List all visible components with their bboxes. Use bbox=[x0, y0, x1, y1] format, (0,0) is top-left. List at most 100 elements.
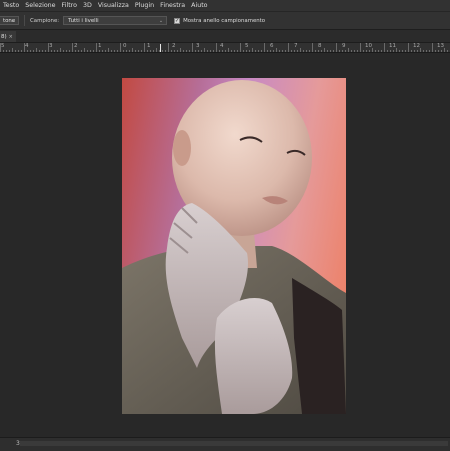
ruler-tick bbox=[420, 48, 421, 52]
ruler-label: 6 bbox=[270, 43, 274, 49]
ruler-tick bbox=[288, 43, 289, 52]
ruler-tick bbox=[27, 50, 28, 52]
ruler-tick bbox=[306, 50, 307, 52]
ruler-tick bbox=[72, 43, 73, 52]
ruler-tick bbox=[279, 50, 280, 52]
ruler-label: 12 bbox=[413, 43, 420, 49]
ruler-tick bbox=[78, 50, 79, 52]
ruler-tick bbox=[222, 50, 223, 52]
ruler-tick bbox=[447, 50, 448, 52]
ruler-label: 5 bbox=[245, 43, 249, 49]
ruler-tick bbox=[285, 50, 286, 52]
ruler-tick bbox=[294, 50, 295, 52]
ruler-label: 0 bbox=[123, 43, 127, 49]
ruler-cursor-marker bbox=[160, 44, 161, 52]
ruler-tick bbox=[132, 48, 133, 52]
status-bar: 3 bbox=[0, 437, 450, 451]
ruler-tick bbox=[357, 50, 358, 52]
ruler-tick bbox=[39, 50, 40, 52]
ruler-tick bbox=[150, 50, 151, 52]
ruler-tick bbox=[372, 48, 373, 52]
ruler-tick bbox=[321, 50, 322, 52]
horizontal-scrollbar[interactable] bbox=[20, 441, 448, 446]
document-tab[interactable]: 8) × bbox=[0, 31, 16, 42]
ruler-label: 5 bbox=[1, 43, 5, 49]
ruler-label: 11 bbox=[389, 43, 396, 49]
menu-aiuto[interactable]: Aiuto bbox=[188, 2, 210, 9]
ruler-tick bbox=[144, 43, 145, 52]
close-icon[interactable]: × bbox=[9, 34, 13, 40]
ruler-tick bbox=[93, 50, 94, 52]
ruler-tick bbox=[201, 50, 202, 52]
ruler-tick bbox=[348, 48, 349, 52]
ruler-tick bbox=[162, 50, 163, 52]
ruler-tick bbox=[216, 43, 217, 52]
ruler-tick bbox=[108, 48, 109, 52]
menu-selezione[interactable]: Selezione bbox=[22, 2, 58, 9]
ruler-tick bbox=[18, 50, 19, 52]
ruler-tick bbox=[342, 50, 343, 52]
ruler-tick bbox=[252, 48, 253, 52]
ruler-tick bbox=[327, 50, 328, 52]
options-bar: tone ⌄ Campione: Tutti i livelli ⌄ ✓ Mos… bbox=[0, 12, 450, 30]
ruler-tick bbox=[6, 50, 7, 52]
ruler-tick bbox=[141, 50, 142, 52]
ruler-tick bbox=[33, 50, 34, 52]
ruler-tick bbox=[318, 50, 319, 52]
ruler-tick bbox=[309, 50, 310, 52]
sample-value: Tutti i livelli bbox=[68, 17, 99, 24]
sample-select[interactable]: Tutti i livelli ⌄ bbox=[63, 16, 168, 25]
ruler-tick bbox=[246, 50, 247, 52]
ruler-tick bbox=[339, 50, 340, 52]
ruler-tick bbox=[36, 48, 37, 52]
ruler-tick bbox=[48, 43, 49, 52]
ruler-tick bbox=[180, 48, 181, 52]
menu-visualizza[interactable]: Visualizza bbox=[95, 2, 132, 9]
ruler-tick bbox=[396, 48, 397, 52]
ruler-label: 4 bbox=[220, 43, 224, 49]
ruler-label: 3 bbox=[196, 43, 200, 49]
ruler-tick bbox=[123, 50, 124, 52]
ruler-tick bbox=[126, 50, 127, 52]
menu-plugin[interactable]: Plugin bbox=[132, 2, 157, 9]
ruler-tick bbox=[3, 50, 4, 52]
ruler-tick bbox=[423, 50, 424, 52]
menu-finestra[interactable]: Finestra bbox=[157, 2, 188, 9]
ruler-label: 9 bbox=[342, 43, 346, 49]
horizontal-ruler[interactable]: 5 4 3 2 1 0 1 2 3 4 5 6 7 8 9 10 11 12 1… bbox=[0, 43, 450, 53]
canvas-area[interactable] bbox=[0, 53, 450, 435]
menu-3d[interactable]: 3D bbox=[80, 2, 95, 9]
ruler-tick bbox=[426, 50, 427, 52]
ruler-tick bbox=[96, 43, 97, 52]
menu-testo[interactable]: Testo bbox=[0, 2, 22, 9]
ruler-tick bbox=[312, 43, 313, 52]
ruler-tick bbox=[267, 50, 268, 52]
ruler-label: 8 bbox=[318, 43, 322, 49]
ruler-label: 3 bbox=[49, 43, 53, 49]
ear-shape bbox=[173, 130, 191, 166]
ruler-tick bbox=[336, 43, 337, 52]
ruler-label: 1 bbox=[147, 43, 151, 49]
tool-mode-select[interactable]: tone ⌄ bbox=[0, 16, 19, 25]
ruler-tick bbox=[240, 43, 241, 52]
ruler-tick bbox=[174, 50, 175, 52]
ruler-tick bbox=[291, 50, 292, 52]
ruler-tick bbox=[24, 43, 25, 52]
ruler-tick bbox=[81, 50, 82, 52]
ruler-label: 1 bbox=[98, 43, 102, 49]
menu-filtro[interactable]: Filtro bbox=[59, 2, 80, 9]
show-ring-checkbox[interactable]: ✓ bbox=[174, 17, 181, 24]
menu-bar: Testo Selezione Filtro 3D Visualizza Plu… bbox=[0, 0, 450, 12]
ruler-tick bbox=[99, 50, 100, 52]
document-canvas[interactable] bbox=[122, 78, 346, 414]
ruler-tick bbox=[354, 50, 355, 52]
document-tab-label: 8) bbox=[1, 33, 7, 40]
ruler-tick bbox=[69, 50, 70, 52]
ruler-tick bbox=[402, 50, 403, 52]
ruler-tick bbox=[147, 50, 148, 52]
ruler-tick bbox=[441, 50, 442, 52]
chevron-down-icon: ⌄ bbox=[158, 18, 164, 24]
ruler-tick bbox=[138, 50, 139, 52]
ruler-tick bbox=[300, 48, 301, 52]
ruler-tick bbox=[66, 50, 67, 52]
